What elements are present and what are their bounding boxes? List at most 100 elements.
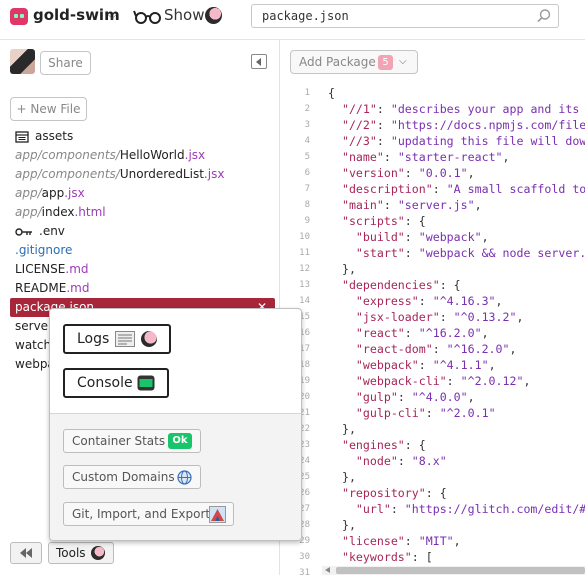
- git-import-export-button[interactable]: Git, Import, and Export: [63, 502, 234, 526]
- code-line[interactable]: 6 "version": "0.0.1",: [280, 165, 585, 181]
- file-dir: app/: [15, 205, 42, 219]
- add-package-button[interactable]: Add Package 5 ⌵: [290, 50, 418, 74]
- code-line[interactable]: 25 },: [280, 469, 585, 485]
- file-dir: app/components/: [15, 167, 120, 181]
- logs-label: Logs: [77, 331, 110, 347]
- custom-domains-label: Custom Domains: [72, 470, 175, 484]
- custom-domains-button[interactable]: Custom Domains: [63, 465, 201, 489]
- collapse-sidebar-icon[interactable]: [251, 54, 267, 69]
- file-ext: .md: [66, 281, 90, 295]
- code-line[interactable]: 2 "//1": "describes your app and its dep…: [280, 101, 585, 117]
- code-line[interactable]: 28 },: [280, 517, 585, 533]
- line-number: 1: [304, 88, 310, 98]
- add-package-label: Add Package: [299, 55, 376, 69]
- rewind-icon: [20, 548, 32, 558]
- scrollbar-thumb[interactable]: [336, 567, 585, 574]
- code-text: "jsx-loader": "^0.13.2",: [355, 310, 524, 324]
- tools-button[interactable]: Tools: [48, 542, 114, 564]
- user-avatar[interactable]: [10, 49, 35, 74]
- avatar[interactable]: [205, 7, 222, 24]
- avatar: [91, 546, 105, 560]
- code-text: "engines": {: [341, 438, 426, 452]
- code-line[interactable]: 30 "keywords": [: [280, 549, 585, 565]
- tools-label: Tools: [56, 546, 86, 560]
- code-line[interactable]: 22 },: [280, 421, 585, 437]
- file-name: serve: [15, 319, 49, 333]
- code-line[interactable]: 9 "scripts": {: [280, 213, 585, 229]
- code-text: "gulp": "^4.0.0",: [355, 390, 475, 404]
- code-line[interactable]: 4 "//3": "updating this file will downlo…: [280, 133, 585, 149]
- show-button[interactable]: Show: [164, 6, 204, 24]
- file-name: .env: [39, 224, 65, 238]
- code-line[interactable]: 3 "//2": "https://docs.npmjs.com/files/p…: [280, 117, 585, 133]
- new-file-button[interactable]: + New File: [10, 97, 87, 121]
- rewind-button[interactable]: [10, 542, 42, 564]
- file-name: .gitignore: [15, 243, 73, 257]
- code-line[interactable]: 23 "engines": {: [280, 437, 585, 453]
- code-text: {: [328, 86, 335, 100]
- code-text: },: [328, 262, 356, 276]
- line-number: 8: [304, 200, 310, 210]
- line-number: 10: [299, 232, 310, 242]
- code-line[interactable]: 1{: [280, 85, 585, 101]
- search-input[interactable]: package.json: [251, 4, 559, 28]
- code-text: "start": "webpack && node server.js": [355, 246, 585, 260]
- code-text: "build": "webpack",: [355, 230, 489, 244]
- file-item-helloworld[interactable]: app/components/HelloWorld.jsx: [0, 146, 279, 165]
- editor[interactable]: Add Package 5 ⌵ 1{2 "//1": "describes yo…: [280, 40, 585, 575]
- code-line[interactable]: 15 "jsx-loader": "^0.13.2",: [280, 309, 585, 325]
- logs-button[interactable]: Logs: [63, 324, 171, 354]
- code-line[interactable]: 17 "react-dom": "^16.2.0",: [280, 341, 585, 357]
- code-line[interactable]: 18 "webpack": "^4.1.1",: [280, 357, 585, 373]
- code-line[interactable]: 10 "build": "webpack",: [280, 229, 585, 245]
- code-line[interactable]: 29 "license": "MIT",: [280, 533, 585, 549]
- file-dir: app/components/: [15, 148, 120, 162]
- code-text: "//1": "describes your app and its depen…: [341, 102, 580, 116]
- file-item-gitignore[interactable]: .gitignore: [0, 241, 279, 260]
- file-item-app[interactable]: app/app.jsx: [0, 184, 279, 203]
- code-line[interactable]: 13 "dependencies": {: [280, 277, 585, 293]
- line-number: 12: [299, 264, 310, 274]
- console-label: Console: [77, 375, 133, 391]
- code-line[interactable]: 7 "description": "A small scaffold to ge…: [280, 181, 585, 197]
- code-line[interactable]: 21 "gulp-cli": "^2.0.1": [280, 405, 585, 421]
- code-text: "//3": "updating this file will download…: [341, 134, 585, 148]
- file-item-env[interactable]: .env: [0, 222, 279, 241]
- file-ext: .jsx: [184, 148, 206, 162]
- console-button[interactable]: Console: [63, 368, 169, 398]
- file-item-index[interactable]: app/index.html: [0, 203, 279, 222]
- search-icon[interactable]: [536, 8, 552, 24]
- globe-icon: [177, 470, 192, 485]
- glasses-icon[interactable]: [133, 8, 163, 24]
- line-number: 11: [299, 248, 310, 258]
- code-line[interactable]: 12 },: [280, 261, 585, 277]
- file-item-unorderedlist[interactable]: app/components/UnorderedList.jsx: [0, 165, 279, 184]
- file-item-assets[interactable]: assets: [0, 127, 279, 146]
- code-line[interactable]: 5 "name": "starter-react",: [280, 149, 585, 165]
- code-text: "react": "^16.2.0",: [355, 326, 489, 340]
- code-line[interactable]: 26 "repository": {: [280, 485, 585, 501]
- code-text: "webpack-cli": "^2.0.12",: [355, 374, 531, 388]
- folder-icon: [15, 130, 29, 143]
- line-number: 4: [304, 136, 310, 146]
- file-item-license[interactable]: LICENSE.md: [0, 260, 279, 279]
- chevron-down-icon[interactable]: ⌵: [108, 9, 116, 23]
- project-logo-icon[interactable]: [10, 8, 28, 25]
- code-line[interactable]: 8 "main": "server.js",: [280, 197, 585, 213]
- share-button[interactable]: Share: [40, 51, 91, 75]
- code-line[interactable]: 16 "react": "^16.2.0",: [280, 325, 585, 341]
- container-stats-button[interactable]: Container Stats Ok: [63, 429, 201, 453]
- code-text: "name": "starter-react",: [341, 150, 510, 164]
- code-line[interactable]: 19 "webpack-cli": "^2.0.12",: [280, 373, 585, 389]
- console-icon: [137, 375, 155, 391]
- code-line[interactable]: 20 "gulp": "^4.0.0",: [280, 389, 585, 405]
- code-line[interactable]: 27 "url": "https://glitch.com/edit/#!/go…: [280, 501, 585, 517]
- project-name[interactable]: gold-swim: [33, 6, 120, 24]
- code-text: "gulp-cli": "^2.0.1": [355, 406, 496, 420]
- code-line[interactable]: 24 "node": "8.x": [280, 453, 585, 469]
- file-item-readme[interactable]: README.md: [0, 279, 279, 298]
- code-text: "version": "0.0.1",: [341, 166, 475, 180]
- code-line[interactable]: 14 "express": "^4.16.3",: [280, 293, 585, 309]
- code-line[interactable]: 11 "start": "webpack && node server.js": [280, 245, 585, 261]
- scroll-left-icon[interactable]: [325, 567, 330, 573]
